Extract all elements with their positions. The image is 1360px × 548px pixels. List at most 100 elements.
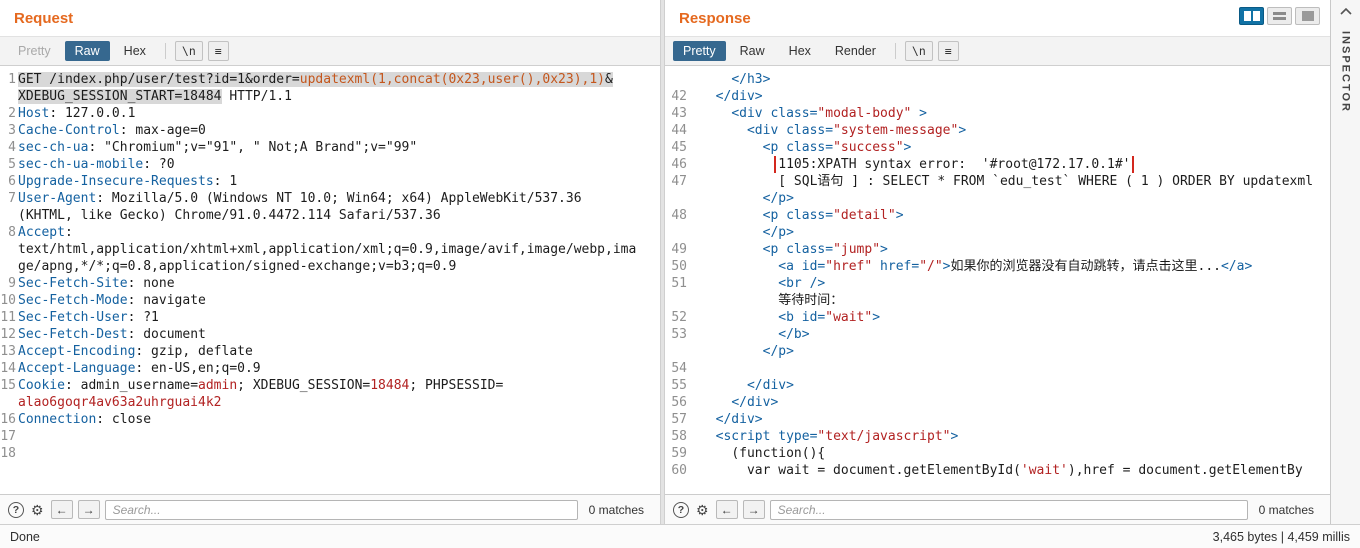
code-line[interactable]: 18 [0,445,660,462]
code-line[interactable]: 43 <div class="modal-body" > [665,105,1330,122]
collapse-chevron-icon [1339,8,1352,15]
code-line[interactable]: 48 <p class="detail"> [665,207,1330,224]
help-button[interactable]: ? [8,501,24,518]
code-line[interactable]: 59 (function(){ [665,445,1330,462]
code-line[interactable]: 42 </div> [665,88,1330,105]
code-line[interactable]: 60 var wait = document.getElementById('w… [665,462,1330,479]
response-editor[interactable]: </h3> 42 </div> 43 <div class="modal-body"… [665,66,1330,494]
line-number [0,207,16,224]
line-number: 58 [671,429,687,444]
line-number: 3 [8,123,16,138]
status-bar: Done 3,465 bytes | 4,459 millis [0,524,1360,548]
line-number [665,190,687,207]
layout-single-button[interactable] [1295,7,1320,25]
line-number: 51 [671,276,687,291]
code-line[interactable]: 等待时间： [665,292,1330,309]
code-line[interactable]: 52 <b id="wait"> [665,309,1330,326]
tab-hex[interactable]: Hex [779,41,821,61]
code-line[interactable]: </p> [665,224,1330,241]
layout-columns-button[interactable] [1239,7,1264,25]
code-line[interactable]: 10 Sec-Fetch-Mode: navigate [0,292,660,309]
code-line[interactable]: 51 <br /> [665,275,1330,292]
layout-rows-button[interactable] [1267,7,1292,25]
tab-render[interactable]: Render [825,41,886,61]
line-number: 42 [671,89,687,104]
code-line[interactable]: 7 User-Agent: Mozilla/5.0 (Windows NT 10.… [0,190,660,207]
code-line[interactable]: 47 [ SQL语句 ] : SELECT * FROM `edu_test` … [665,173,1330,190]
code-line[interactable]: text/html,application/xhtml+xml,applicat… [0,241,660,258]
code-line[interactable]: 49 <p class="jump"> [665,241,1330,258]
line-number: 46 [671,157,687,172]
search-input[interactable] [769,499,1248,520]
code-line[interactable]: 1 GET /index.php/user/test?id=1&order=upd… [0,71,660,88]
line-number: 59 [671,446,687,461]
line-number [665,224,687,241]
code-line[interactable]: 9 Sec-Fetch-Site: none [0,275,660,292]
code-line[interactable]: 5 sec-ch-ua-mobile: ?0 [0,156,660,173]
code-line[interactable]: 11 Sec-Fetch-User: ?1 [0,309,660,326]
code-line[interactable]: </p> [665,190,1330,207]
code-line[interactable]: 54 [665,360,1330,377]
tab-raw[interactable]: Raw [64,41,110,61]
code-line[interactable]: 46 1105:XPATH syntax error: '#root@172.1… [665,156,1330,173]
code-line[interactable]: 50 <a id="href" href="/">如果你的浏览器没有自动跳转，请… [665,258,1330,275]
status-message: Done [10,529,40,544]
code-line[interactable]: XDEBUG_SESSION_START=18484 HTTP/1.1 [0,88,660,105]
code-line[interactable]: 4 sec-ch-ua: "Chromium";v="91", " Not;A B… [0,139,660,156]
line-number: 14 [0,361,16,376]
search-input[interactable] [104,499,578,520]
tab-raw[interactable]: Raw [730,41,775,61]
burp-repeater-window: Request Pretty Raw Hex \n ≡ 1 GET /index.ph… [0,0,1360,548]
tab-hex[interactable]: Hex [114,41,156,61]
code-line[interactable]: ge/apng,*/*;q=0.8,application/signed-exc… [0,258,660,275]
next-match-button[interactable]: → [77,500,100,519]
response-metrics: 3,465 bytes | 4,459 millis [1212,529,1350,544]
line-number: 60 [671,463,687,478]
code-line[interactable]: </p> [665,343,1330,360]
code-line[interactable]: (KHTML, like Gecko) Chrome/91.0.4472.114… [0,207,660,224]
code-line[interactable]: 44 <div class="system-message"> [665,122,1330,139]
request-panel-title: Request [14,9,74,27]
code-line[interactable]: </h3> [665,71,1330,88]
prev-match-button[interactable]: ← [50,500,73,519]
line-number: 49 [671,242,687,257]
code-line[interactable]: 55 </div> [665,377,1330,394]
request-editor[interactable]: 1 GET /index.php/user/test?id=1&order=upd… [0,66,660,494]
editor-menu-button[interactable]: ≡ [937,41,959,61]
line-number: 45 [671,140,687,155]
code-line[interactable]: 16 Connection: close [0,411,660,428]
code-line[interactable]: 45 <p class="success"> [665,139,1330,156]
line-number: 56 [671,395,687,410]
code-line[interactable]: 2 Host: 127.0.0.1 [0,105,660,122]
code-line[interactable]: 53 </b> [665,326,1330,343]
code-line[interactable]: 13 Accept-Encoding: gzip, deflate [0,343,660,360]
tab-pretty[interactable]: Pretty [673,41,726,61]
code-line[interactable]: 14 Accept-Language: en-US,en;q=0.9 [0,360,660,377]
settings-button[interactable]: ⚙ [29,503,46,517]
line-number: 53 [671,327,687,342]
code-line[interactable]: 8 Accept: [0,224,660,241]
help-button[interactable]: ? [673,501,689,518]
next-match-button[interactable]: → [742,500,765,519]
prev-match-button[interactable]: ← [715,500,738,519]
code-line[interactable]: 6 Upgrade-Insecure-Requests: 1 [0,173,660,190]
settings-button[interactable]: ⚙ [694,503,711,517]
code-line[interactable]: 56 </div> [665,394,1330,411]
code-line[interactable]: 57 </div> [665,411,1330,428]
line-number: 13 [0,344,16,359]
editor-menu-button[interactable]: ≡ [207,41,229,61]
tab-separator [164,43,166,59]
code-line[interactable]: 58 <script type="text/javascript"> [665,428,1330,445]
tab-pretty[interactable]: Pretty [8,41,61,61]
question-icon: ? [677,503,685,516]
newline-toggle-button[interactable]: \n [174,41,203,61]
inspector-sidebar[interactable]: INSPECTOR [1330,0,1360,524]
code-line[interactable]: 17 [0,428,660,445]
newline-toggle-button[interactable]: \n [904,41,933,61]
line-number [0,394,16,411]
code-line[interactable]: alao6goqr4av63a2uhrguai4k2 [0,394,660,411]
line-number: 2 [8,106,16,121]
code-line[interactable]: 12 Sec-Fetch-Dest: document [0,326,660,343]
code-line[interactable]: 15 Cookie: admin_username=admin; XDEBUG_S… [0,377,660,394]
code-line[interactable]: 3 Cache-Control: max-age=0 [0,122,660,139]
